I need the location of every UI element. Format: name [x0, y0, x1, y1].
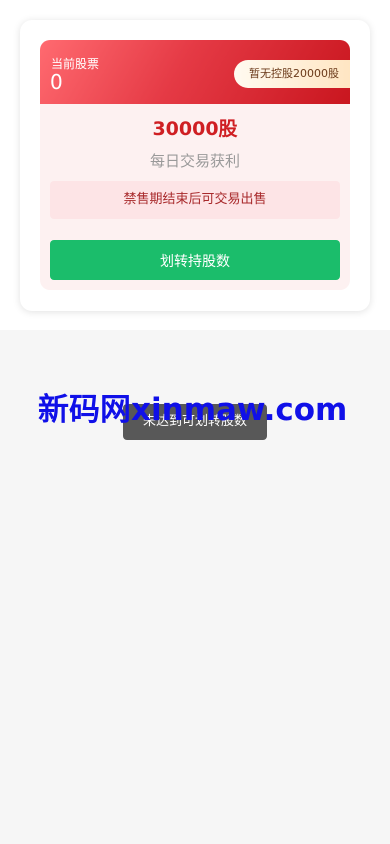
stock-card: 当前股票 0 暂无控股20000股 30000股 每日交易获利 禁售期结束后可交…	[20, 20, 370, 311]
stock-card-inner: 当前股票 0 暂无控股20000股 30000股 每日交易获利 禁售期结束后可交…	[40, 40, 350, 290]
stock-banner: 当前股票 0 暂无控股20000股	[40, 40, 350, 104]
current-stock-value: 0	[50, 70, 63, 94]
watermark: 新码网xinmaw.com	[38, 392, 348, 428]
holding-badge: 暂无控股20000股	[234, 60, 350, 88]
stock-amount: 30000股	[152, 118, 238, 140]
transfer-shares-button[interactable]: 划转持股数	[50, 240, 340, 280]
lockup-notice: 禁售期结束后可交易出售	[50, 181, 340, 219]
stock-subtitle: 每日交易获利	[149, 152, 240, 170]
current-stock-label: 当前股票	[51, 57, 100, 71]
